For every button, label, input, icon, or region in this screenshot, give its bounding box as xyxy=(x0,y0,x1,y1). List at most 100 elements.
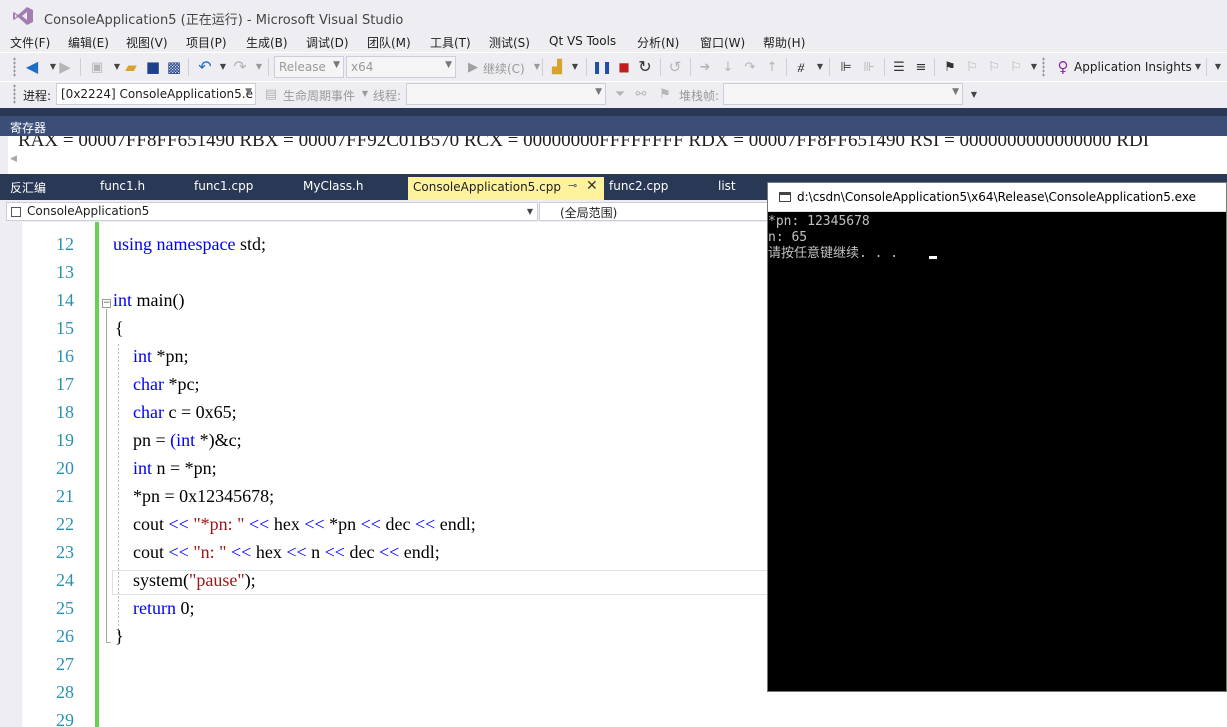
code-text: std; xyxy=(235,234,266,254)
chevron-down-icon[interactable]: ▼ xyxy=(1189,58,1207,76)
chevron-down-icon[interactable]: ▼ xyxy=(214,58,232,76)
debug-location-toolbar: 进程: [0x2224] ConsoleApplication5.e ▼ ▤ 生命… xyxy=(0,82,1227,108)
pin-icon[interactable]: ⊸ xyxy=(568,179,577,192)
toolbar-overflow-icon[interactable]: ▼ xyxy=(1209,58,1227,76)
menu-qt-vs-tools[interactable]: Qt VS Tools xyxy=(549,34,616,48)
previous-bookmark-icon[interactable]: ⚐ xyxy=(963,58,981,76)
console-window[interactable]: d:\csdn\ConsoleApplication5\x64\Release\… xyxy=(767,182,1227,692)
stop-debugging-icon[interactable]: ■ xyxy=(615,58,633,76)
redo-icon[interactable]: ↷ xyxy=(231,58,249,76)
new-project-icon[interactable]: ▣ xyxy=(88,58,106,76)
break-all-icon[interactable]: ❚❚ xyxy=(592,58,612,76)
code-text: *)&c; xyxy=(195,430,242,450)
show-next-statement-icon[interactable]: ➜ xyxy=(696,58,714,76)
undo-icon[interactable]: ↶ xyxy=(196,58,214,76)
open-file-icon[interactable]: ▰ xyxy=(122,58,140,76)
menu-test[interactable]: 测试(S) xyxy=(489,34,530,51)
hot-reload-icon[interactable]: ↺ xyxy=(666,58,684,76)
indicator-margin[interactable] xyxy=(0,222,22,727)
menu-project[interactable]: 项目(P) xyxy=(186,34,227,51)
toolbar-separator xyxy=(934,58,935,76)
code-line: char *pc; xyxy=(133,374,199,395)
code-keyword: char xyxy=(133,374,164,394)
thread-dropdown[interactable]: ▼ xyxy=(406,83,606,105)
chevron-down-icon[interactable]: ▼ xyxy=(250,58,268,76)
bookmark-icon[interactable]: ⚑ xyxy=(941,58,959,76)
chevron-down-icon[interactable]: ▼ xyxy=(356,85,374,103)
step-out-icon[interactable]: ↑ xyxy=(763,58,781,76)
menu-tools[interactable]: 工具(T) xyxy=(430,34,471,51)
next-bookmark-icon[interactable]: ⚐ xyxy=(985,58,1003,76)
console-output[interactable]: *pn: 12345678 n: 65 请按任意键继续. . . xyxy=(768,212,1226,691)
process-dropdown[interactable]: [0x2224] ConsoleApplication5.e ▼ xyxy=(56,83,256,105)
lifecycle-events-button[interactable]: 生命周期事件 xyxy=(283,87,355,104)
menu-team[interactable]: 团队(M) xyxy=(367,34,411,51)
application-insights-button[interactable]: Application Insights xyxy=(1074,60,1192,74)
code-string: "pause" xyxy=(189,570,245,590)
lightbulb-icon[interactable]: ♀ xyxy=(1054,58,1072,76)
save-all-icon[interactable]: ▩ xyxy=(165,58,183,76)
filter-icon[interactable]: ⏷ xyxy=(611,85,629,103)
menu-view[interactable]: 视图(V) xyxy=(126,34,168,51)
outdent-icon[interactable]: ≡ xyxy=(912,58,930,76)
thread-label: 线程: xyxy=(373,89,402,103)
continue-button[interactable]: 继续(C) xyxy=(483,60,525,77)
tab-func2-cpp[interactable]: func2.cpp xyxy=(609,179,668,193)
console-title-bar[interactable]: d:\csdn\ConsoleApplication5\x64\Release\… xyxy=(768,183,1226,212)
thread-flag-icon[interactable]: ⧣ xyxy=(792,58,810,76)
code-text: system( xyxy=(133,570,189,590)
close-icon[interactable]: ✕ xyxy=(586,178,598,194)
chevron-down-icon[interactable]: ▼ xyxy=(528,58,546,76)
solution-platform-dropdown[interactable]: x64 ▼ xyxy=(346,56,456,78)
code-text: dec xyxy=(344,542,379,562)
navigate-forward-icon[interactable]: ▶ xyxy=(56,58,74,76)
show-flagged-icon[interactable]: ⚑ xyxy=(656,85,674,103)
chevron-down-icon: ▼ xyxy=(526,207,533,216)
tab-func1-cpp[interactable]: func1.cpp xyxy=(194,179,253,193)
chevron-down-icon[interactable]: ▼ xyxy=(1025,58,1043,76)
solution-configuration-dropdown[interactable]: Release ▼ xyxy=(274,56,344,78)
tab-func1-h[interactable]: func1.h xyxy=(100,179,145,193)
restart-icon[interactable]: ↻ xyxy=(636,58,654,76)
chevron-down-icon[interactable]: ▼ xyxy=(566,58,584,76)
tab-consoleapplication5-cpp[interactable]: ConsoleApplication5.cpp ⊸ ✕ xyxy=(408,177,604,200)
menu-help[interactable]: 帮助(H) xyxy=(763,34,805,51)
toolbar-grip[interactable] xyxy=(13,84,16,104)
save-icon[interactable]: ■ xyxy=(144,58,162,76)
menu-edit[interactable]: 编辑(E) xyxy=(68,34,109,51)
continue-icon[interactable]: ▶ xyxy=(464,58,482,76)
toolbar-grip[interactable] xyxy=(1042,57,1045,77)
tab-disassembly[interactable]: 反汇编 xyxy=(10,179,46,196)
code-text: *pn; xyxy=(152,346,189,366)
chevron-down-icon[interactable]: ▼ xyxy=(811,58,829,76)
navigate-back-icon[interactable]: ◀ xyxy=(23,58,41,76)
flag-threads-icon[interactable]: ⚯ xyxy=(632,85,650,103)
tab-list[interactable]: list xyxy=(718,179,736,193)
step-into-icon[interactable]: ↓ xyxy=(719,58,737,76)
code-operator: << xyxy=(249,514,270,534)
toolbar-overflow-icon[interactable]: ▼ xyxy=(965,86,983,104)
step-over-icon[interactable]: ↷ xyxy=(741,58,759,76)
comment-icon[interactable]: ⊪ xyxy=(860,58,878,76)
project-dropdown[interactable]: ConsoleApplication5 ▼ xyxy=(6,202,538,221)
menu-file[interactable]: 文件(F) xyxy=(10,34,50,51)
panel-separator xyxy=(0,108,1227,116)
tab-myclass-h[interactable]: MyClass.h xyxy=(303,179,363,193)
attach-process-icon[interactable]: ▟ xyxy=(548,58,566,76)
stack-frame-dropdown[interactable]: ▼ xyxy=(723,83,963,105)
menu-build[interactable]: 生成(B) xyxy=(246,34,288,51)
console-title: d:\csdn\ConsoleApplication5\x64\Release\… xyxy=(797,190,1196,204)
scope-dropdown[interactable]: (全局范围) xyxy=(539,202,779,221)
line-number: 24 xyxy=(56,570,74,590)
indent-icon[interactable]: ☰ xyxy=(890,58,908,76)
clear-bookmarks-icon[interactable]: ⚐ xyxy=(1007,58,1025,76)
menu-window[interactable]: 窗口(W) xyxy=(700,34,745,51)
uncomment-icon[interactable]: ⊫ xyxy=(837,58,855,76)
line-number: 17 xyxy=(56,374,74,394)
scroll-left-icon[interactable]: ◀ xyxy=(10,154,17,164)
menu-analyze[interactable]: 分析(N) xyxy=(637,34,679,51)
lifecycle-events-icon[interactable]: ▤ xyxy=(262,85,280,103)
toolbar-grip[interactable] xyxy=(13,57,16,77)
collapse-icon[interactable]: − xyxy=(102,299,111,308)
menu-debug[interactable]: 调试(D) xyxy=(306,34,349,51)
